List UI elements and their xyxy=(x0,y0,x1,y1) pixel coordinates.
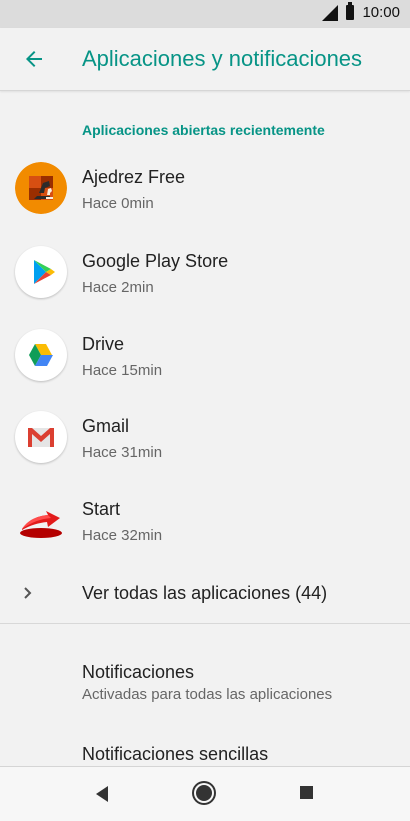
simple-notifications-setting[interactable]: Notificaciones sencillas xyxy=(82,744,268,765)
see-all-apps-button[interactable]: Ver todas las aplicaciones (44) xyxy=(0,572,410,618)
app-time: Hace 15min xyxy=(82,362,163,379)
page-title: Aplicaciones y notificaciones xyxy=(82,46,363,71)
signal-icon xyxy=(322,4,339,21)
recents-icon[interactable] xyxy=(300,786,313,799)
app-time: Hace 0min xyxy=(82,195,154,212)
recent-app-row[interactable]: Google Play Store Hace 2min xyxy=(0,246,410,328)
home-icon[interactable] xyxy=(196,785,212,801)
back-icon[interactable] xyxy=(96,786,108,802)
status-time: 10:00 xyxy=(362,4,400,21)
recent-apps-section-label: Aplicaciones abiertas recientemente xyxy=(82,122,325,138)
app-time: Hace 31min xyxy=(82,444,163,461)
app-name: Ajedrez Free xyxy=(82,167,186,187)
battery-icon xyxy=(346,2,355,20)
status-bar: 10:00 xyxy=(0,0,410,28)
notifications-title: Notificaciones xyxy=(82,662,195,682)
app-bar: Aplicaciones y notificaciones xyxy=(0,28,410,91)
navigation-bar xyxy=(0,766,410,821)
app-time: Hace 2min xyxy=(82,279,154,296)
app-name: Drive xyxy=(82,334,125,354)
recent-app-row[interactable]: Drive Hace 15min xyxy=(0,329,410,411)
app-time: Hace 32min xyxy=(82,527,163,544)
recent-app-row[interactable]: Start Hace 32min xyxy=(0,494,410,576)
chess-icon xyxy=(15,162,67,214)
start-arrow-icon xyxy=(15,494,67,546)
recent-app-row[interactable]: Ajedrez Free Hace 0min xyxy=(0,162,410,244)
recent-app-row[interactable]: Gmail Hace 31min xyxy=(0,411,410,493)
drive-icon xyxy=(15,329,67,381)
divider xyxy=(0,623,410,624)
status-icons: 10:00 xyxy=(322,2,400,21)
notifications-subtitle: Activadas para todas las aplicaciones xyxy=(82,686,333,703)
app-name: Google Play Store xyxy=(82,251,229,271)
gmail-icon xyxy=(15,411,67,463)
see-all-apps-label: Ver todas las aplicaciones (44) xyxy=(82,583,328,603)
chevron-right-icon xyxy=(24,587,32,599)
app-name: Gmail xyxy=(82,416,130,436)
play-store-icon xyxy=(15,246,67,298)
back-arrow-icon[interactable] xyxy=(22,47,46,71)
app-name: Start xyxy=(82,499,121,519)
